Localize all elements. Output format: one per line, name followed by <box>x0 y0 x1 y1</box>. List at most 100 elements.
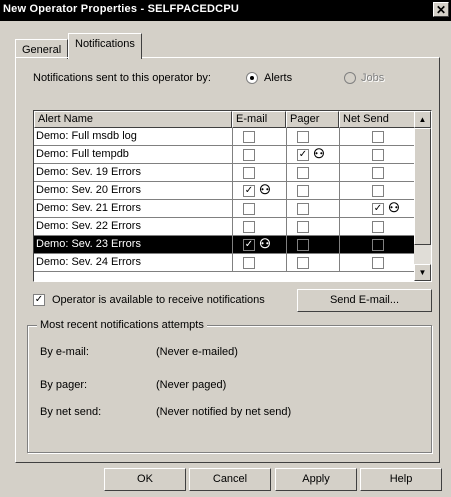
operator-icon: ⚇ <box>388 200 400 215</box>
email-cell <box>232 164 286 181</box>
table-row[interactable]: Demo: Sev. 24 Errors <box>34 254 414 272</box>
netsend-cell <box>339 218 415 235</box>
email-cell <box>232 128 286 145</box>
table-row[interactable]: Demo: Full tempdb ⚇ ✓ <box>34 146 414 164</box>
radio-dot <box>250 76 254 80</box>
email-checkbox[interactable] <box>243 257 255 269</box>
email-cell: ⚇ ✓ <box>232 236 286 253</box>
netsend-checkbox[interactable] <box>372 185 384 197</box>
alerts-grid[interactable]: Alert Name E-mail Pager Net Send Demo: F… <box>33 110 432 282</box>
scroll-thumb[interactable] <box>414 128 431 245</box>
window-title: New Operator Properties - SELFPACEDCPU <box>3 3 239 15</box>
email-checkbox[interactable]: ✓ <box>243 239 255 251</box>
pager-cell <box>286 218 339 235</box>
netsend-cell: ⚇ ✓ <box>339 200 415 217</box>
alert-name: Demo: Sev. 24 Errors <box>36 256 141 268</box>
pager-cell <box>286 182 339 199</box>
column-header-alert-name[interactable]: Alert Name <box>34 111 232 128</box>
pager-checkbox[interactable] <box>297 131 309 143</box>
alert-name: Demo: Sev. 21 Errors <box>36 202 141 214</box>
recent-netsend-value: (Never notified by net send) <box>156 406 292 418</box>
help-button[interactable]: Help <box>360 468 442 491</box>
pager-checkbox[interactable] <box>297 203 309 215</box>
table-row[interactable]: Demo: Sev. 23 Errors ⚇ ✓ <box>34 236 414 254</box>
netsend-checkbox[interactable]: ✓ <box>372 203 384 215</box>
netsend-cell <box>339 236 415 253</box>
table-row[interactable]: Demo: Sev. 20 Errors ⚇ ✓ <box>34 182 414 200</box>
pager-checkbox[interactable]: ✓ <box>297 149 309 161</box>
pager-checkbox[interactable] <box>297 239 309 251</box>
alert-name: Demo: Sev. 23 Errors <box>36 238 141 250</box>
column-header-net-send[interactable]: Net Send <box>339 111 415 128</box>
close-button[interactable]: ✕ <box>433 2 449 17</box>
netsend-cell <box>339 182 415 199</box>
tab-general[interactable]: General <box>15 39 69 59</box>
pager-checkbox[interactable] <box>297 257 309 269</box>
column-header-email[interactable]: E-mail <box>232 111 286 128</box>
ok-button[interactable]: OK <box>104 468 186 491</box>
netsend-cell <box>339 146 415 163</box>
email-cell: ⚇ ✓ <box>232 182 286 199</box>
email-cell <box>232 218 286 235</box>
email-cell <box>232 146 286 163</box>
column-header-pager[interactable]: Pager <box>286 111 339 128</box>
recent-netsend-label: By net send: <box>40 406 102 418</box>
table-row[interactable]: Demo: Sev. 22 Errors <box>34 218 414 236</box>
pager-cell <box>286 236 339 253</box>
operator-available-label[interactable]: Operator is available to receive notific… <box>52 294 265 306</box>
netsend-checkbox[interactable] <box>372 131 384 143</box>
netsend-checkbox[interactable] <box>372 167 384 179</box>
recent-email-label: By e-mail: <box>40 346 89 358</box>
send-email-button[interactable]: Send E-mail... <box>297 289 432 312</box>
grid-vertical-scrollbar[interactable]: ▲ ▼ <box>414 111 431 281</box>
operator-icon: ⚇ <box>259 182 271 197</box>
operator-icon: ⚇ <box>259 236 271 251</box>
pager-checkbox[interactable] <box>297 221 309 233</box>
pager-cell <box>286 164 339 181</box>
recent-email-value: (Never e-mailed) <box>156 346 238 358</box>
table-row[interactable]: Demo: Sev. 19 Errors <box>34 164 414 182</box>
netsend-checkbox[interactable] <box>372 257 384 269</box>
pager-cell: ⚇ ✓ <box>286 146 339 163</box>
operator-icon: ⚇ <box>313 146 325 161</box>
title-bar: New Operator Properties - SELFPACEDCPU ✕ <box>0 0 451 21</box>
netsend-checkbox[interactable] <box>372 239 384 251</box>
email-checkbox[interactable] <box>243 149 255 161</box>
email-checkbox[interactable] <box>243 167 255 179</box>
alerts-radio[interactable] <box>246 72 258 84</box>
alert-name: Demo: Sev. 22 Errors <box>36 220 141 232</box>
recent-notifications-title: Most recent notifications attempts <box>37 319 207 331</box>
netsend-checkbox[interactable] <box>372 149 384 161</box>
email-checkbox[interactable]: ✓ <box>243 185 255 197</box>
netsend-cell <box>339 128 415 145</box>
recent-notifications-group <box>27 325 432 453</box>
notify-by-label: Notifications sent to this operator by: <box>33 72 211 84</box>
alert-name: Demo: Full msdb log <box>36 130 137 142</box>
table-row[interactable]: Demo: Full msdb log <box>34 128 414 146</box>
pager-checkbox[interactable] <box>297 185 309 197</box>
pager-cell <box>286 128 339 145</box>
recent-pager-value: (Never paged) <box>156 379 227 391</box>
netsend-cell <box>339 254 415 271</box>
pager-cell <box>286 200 339 217</box>
recent-pager-label: By pager: <box>40 379 88 391</box>
email-cell <box>232 254 286 271</box>
email-checkbox[interactable] <box>243 131 255 143</box>
netsend-checkbox[interactable] <box>372 221 384 233</box>
scroll-down-icon[interactable]: ▼ <box>414 264 431 281</box>
scroll-up-icon[interactable]: ▲ <box>414 111 431 128</box>
table-row[interactable]: Demo: Sev. 21 Errors ⚇ ✓ <box>34 200 414 218</box>
jobs-radio[interactable] <box>344 72 356 84</box>
alerts-radio-label[interactable]: Alerts <box>264 72 292 84</box>
email-checkbox[interactable] <box>243 221 255 233</box>
tab-notifications[interactable]: Notifications <box>68 33 142 59</box>
netsend-cell <box>339 164 415 181</box>
email-cell <box>232 200 286 217</box>
pager-checkbox[interactable] <box>297 167 309 179</box>
email-checkbox[interactable] <box>243 203 255 215</box>
operator-available-checkbox[interactable]: ✓ <box>33 294 45 306</box>
jobs-radio-label[interactable]: Jobs <box>361 72 384 84</box>
cancel-button[interactable]: Cancel <box>189 468 271 491</box>
pager-cell <box>286 254 339 271</box>
apply-button[interactable]: Apply <box>275 468 357 491</box>
